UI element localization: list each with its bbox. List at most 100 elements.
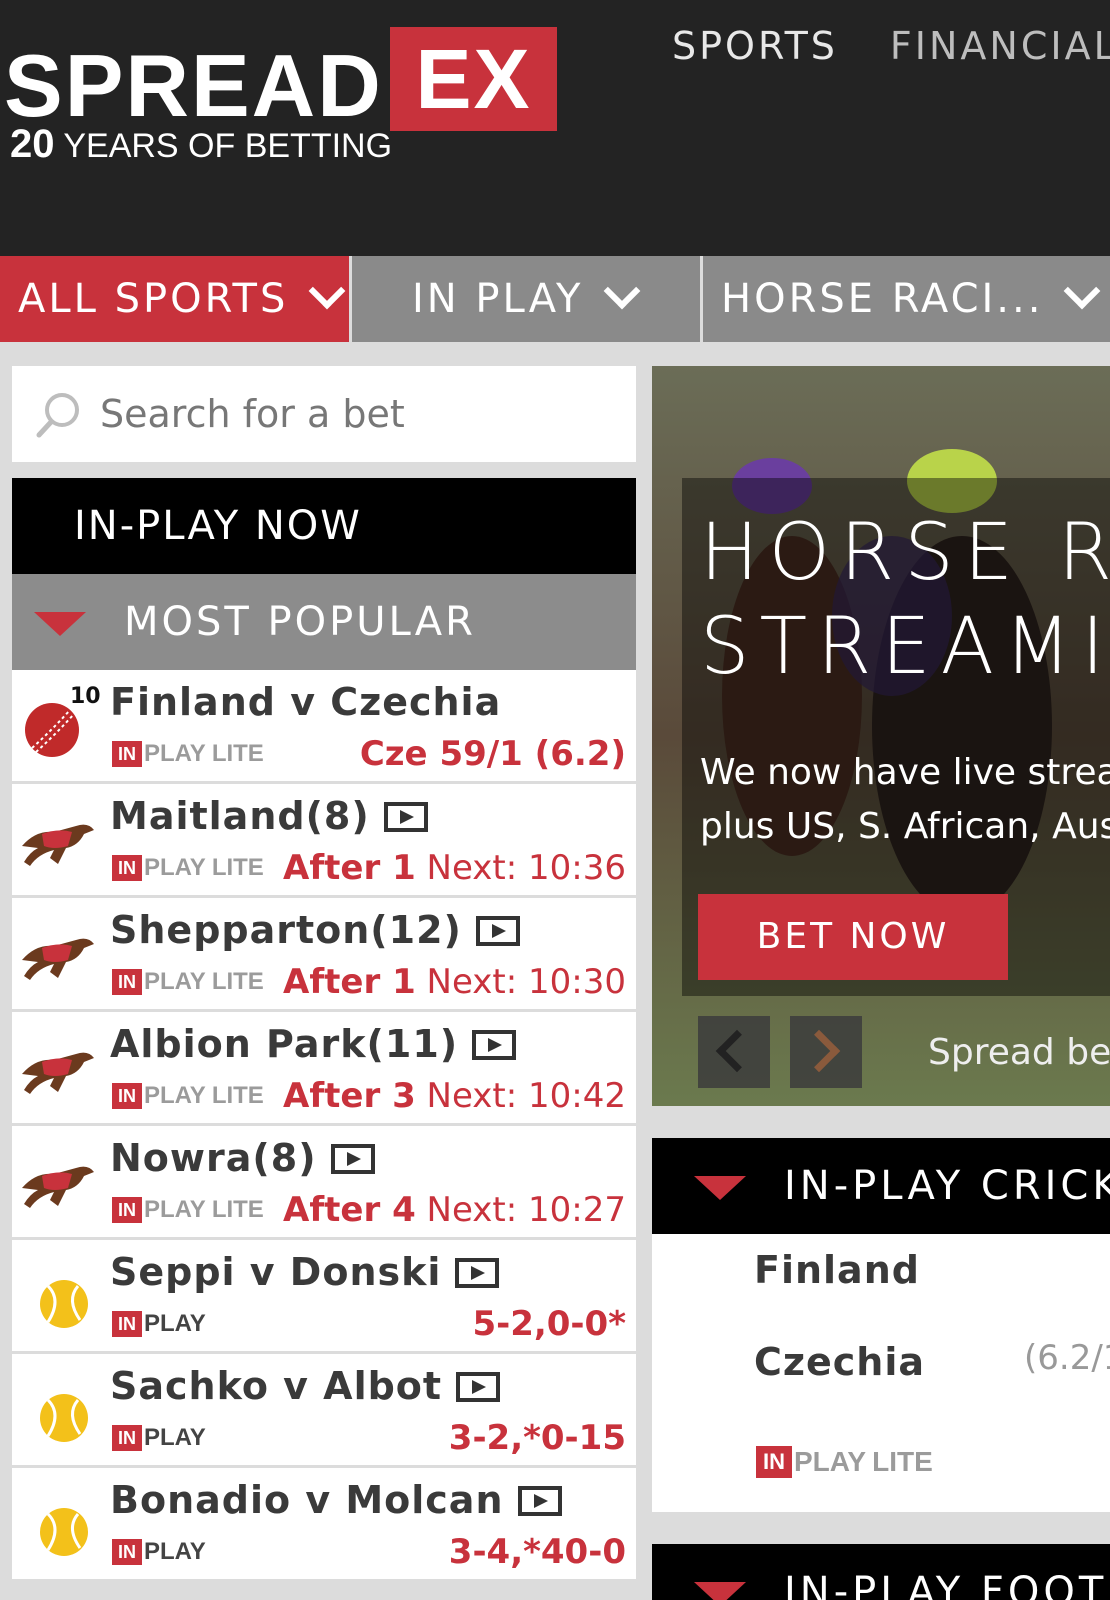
play-word: PLAY	[144, 1538, 206, 1565]
triangle-down-icon	[694, 1582, 746, 1600]
hero-desc-line1: We now have live strea	[700, 752, 1110, 793]
triangle-down-icon	[694, 1176, 746, 1200]
event-title: Sachko v Albot	[110, 1362, 501, 1410]
event-title-text: Bonadio v Molcan	[110, 1478, 504, 1522]
play-word: PLAY	[144, 740, 206, 767]
inplay-football-title: IN-PLAY FOOTB	[784, 1569, 1110, 1600]
live-stream-icon[interactable]	[455, 1257, 500, 1288]
inplay-now-header[interactable]: IN-PLAY NOW	[12, 478, 636, 574]
race-after: After 3	[283, 1076, 416, 1116]
triangle-down-icon	[34, 612, 86, 636]
event-row[interactable]: Maitland(8) IN PLAY LITE After 1 Next: 10:36	[12, 784, 636, 898]
chevron-down-icon	[604, 272, 641, 310]
inplay-logo: IN PLAY LITE	[112, 1196, 264, 1226]
inplay-logo: IN PLAY LITE	[112, 1082, 264, 1112]
event-status: After 4 Next: 10:27	[283, 1188, 626, 1232]
live-stream-icon[interactable]	[330, 1143, 375, 1174]
most-popular-label: MOST POPULAR	[124, 599, 476, 645]
event-row[interactable]: Shepparton(12) IN PLAY LITE After 1 Next: 10…	[12, 898, 636, 1012]
team-odds: (6.2/1	[1024, 1338, 1110, 1378]
chevron-left-icon	[715, 1029, 759, 1073]
hero-description: We now have live strea plus US, S. Africa…	[700, 746, 1110, 854]
event-status: After 1 Next: 10:30	[283, 960, 626, 1004]
inplay-logo: IN PLAY LITE	[112, 968, 264, 998]
tennis-ball-icon	[18, 1376, 98, 1446]
hero-title: HORSE RASTREAMIN	[700, 506, 1110, 694]
search-icon	[36, 393, 79, 438]
event-title: Shepparton(12)	[110, 906, 520, 954]
carousel-next-button[interactable]	[790, 1016, 862, 1088]
tab-label: IN PLAY	[412, 276, 584, 322]
inplay-cricket-card[interactable]: Finland Czechia (6.2/1 INPLAYLITE	[652, 1234, 1110, 1512]
nav-sports[interactable]: SPORTS	[672, 24, 838, 68]
tab-all-sports[interactable]: ALL SPORTS	[0, 256, 349, 342]
top-nav: SPORTS FINANCIAL	[672, 24, 1110, 68]
team-name: Czechia	[754, 1340, 926, 1384]
logo-tagline: 20 YEARS OF BETTING	[10, 122, 392, 168]
play-word: PLAY	[144, 1196, 206, 1223]
event-list: 10 Finland v Czechia IN PLAY LITE Cze 59/1 (6…	[12, 670, 636, 1582]
inplay-cricket-title: IN-PLAY CRICK	[784, 1163, 1110, 1209]
event-row[interactable]: 10 Finland v Czechia IN PLAY LITE Cze 59/1 (6…	[12, 670, 636, 784]
live-stream-icon[interactable]	[383, 801, 428, 832]
event-score: 3-2,*0-15	[448, 1418, 626, 1458]
in-badge: IN	[112, 741, 142, 767]
event-badge: 10	[70, 684, 101, 709]
tab-in-play[interactable]: IN PLAY	[352, 256, 700, 342]
tennis-ball-icon	[18, 1262, 98, 1332]
event-title-text: Albion Park(11)	[110, 1022, 459, 1066]
in-badge: IN	[112, 1197, 142, 1223]
hero-banner[interactable]: HORSE RASTREAMIN We now have live strea p…	[652, 366, 1110, 1106]
race-next-time: Next: 10:36	[415, 848, 626, 888]
nav-financial[interactable]: FINANCIAL	[890, 24, 1110, 68]
tab-label: ALL SPORTS	[18, 276, 289, 322]
in-badge: IN	[112, 1083, 142, 1109]
event-status: After 3 Next: 10:42	[283, 1074, 626, 1118]
greyhound-icon	[18, 920, 98, 990]
event-row[interactable]: Seppi v Donski IN PLAY 5-2,0-0*	[12, 1240, 636, 1354]
chevron-down-icon	[308, 272, 346, 310]
race-next-time: Next: 10:30	[415, 962, 626, 1002]
event-row[interactable]: Bonadio v Molcan IN PLAY 3-4,*40-0	[12, 1468, 636, 1582]
inplay-cricket-header[interactable]: IN-PLAY CRICK	[652, 1138, 1110, 1234]
lite-word: LITE	[211, 1082, 264, 1109]
in-badge: IN	[112, 1311, 142, 1337]
race-next-time: Next: 10:42	[415, 1076, 626, 1116]
team-name: Finland	[754, 1248, 920, 1292]
site-header: SPREAD EX 20 YEARS OF BETTING SPORTS FINA…	[0, 0, 1110, 256]
live-stream-icon[interactable]	[456, 1371, 501, 1402]
logo-ex-block[interactable]: EX	[390, 27, 557, 131]
event-score: 5-2,0-0*	[472, 1304, 626, 1344]
event-row[interactable]: Sachko v Albot IN PLAY 3-2,*0-15	[12, 1354, 636, 1468]
inplay-lite-logo: IN PLAY LITE	[756, 1446, 933, 1478]
lite-word: LITE	[872, 1446, 933, 1477]
in-badge: IN	[112, 855, 142, 881]
event-title-text: Finland v Czechia	[110, 680, 502, 724]
event-title-text: Sachko v Albot	[110, 1364, 443, 1408]
hero-desc-line2: plus US, S. African, Aus	[700, 806, 1110, 847]
search-input[interactable]: Search for a bet	[12, 366, 636, 462]
live-stream-icon[interactable]	[517, 1485, 562, 1516]
tab-label: HORSE RACI...	[721, 276, 1044, 322]
event-row[interactable]: Albion Park(11) IN PLAY LITE After 3 Next: 1…	[12, 1012, 636, 1126]
event-title: Albion Park(11)	[110, 1020, 517, 1068]
inplay-logo: IN PLAY LITE	[112, 740, 264, 770]
most-popular-header[interactable]: MOST POPULAR	[12, 574, 636, 670]
event-title: Finland v Czechia	[110, 678, 501, 726]
race-after: After 4	[283, 1190, 416, 1230]
event-title-text: Shepparton(12)	[110, 908, 462, 952]
carousel-prev-button[interactable]	[698, 1016, 770, 1088]
event-title: Maitland(8)	[110, 792, 428, 840]
logo-wordmark[interactable]: SPREAD	[4, 36, 383, 136]
bet-now-button[interactable]: BET NOW	[698, 894, 1008, 980]
greyhound-icon	[18, 1148, 98, 1218]
event-row[interactable]: Nowra(8) IN PLAY LITE After 4 Next: 10:27	[12, 1126, 636, 1240]
lite-word: LITE	[211, 740, 264, 767]
tab-horse-racing[interactable]: HORSE RACI...	[703, 256, 1110, 342]
hero-caption: Spread bet	[928, 1032, 1110, 1073]
inplay-logo: IN PLAY LITE	[112, 854, 264, 884]
event-title: Nowra(8)	[110, 1134, 375, 1182]
live-stream-icon[interactable]	[472, 1029, 517, 1060]
live-stream-icon[interactable]	[475, 915, 520, 946]
inplay-football-header[interactable]: IN-PLAY FOOTB	[652, 1544, 1110, 1600]
